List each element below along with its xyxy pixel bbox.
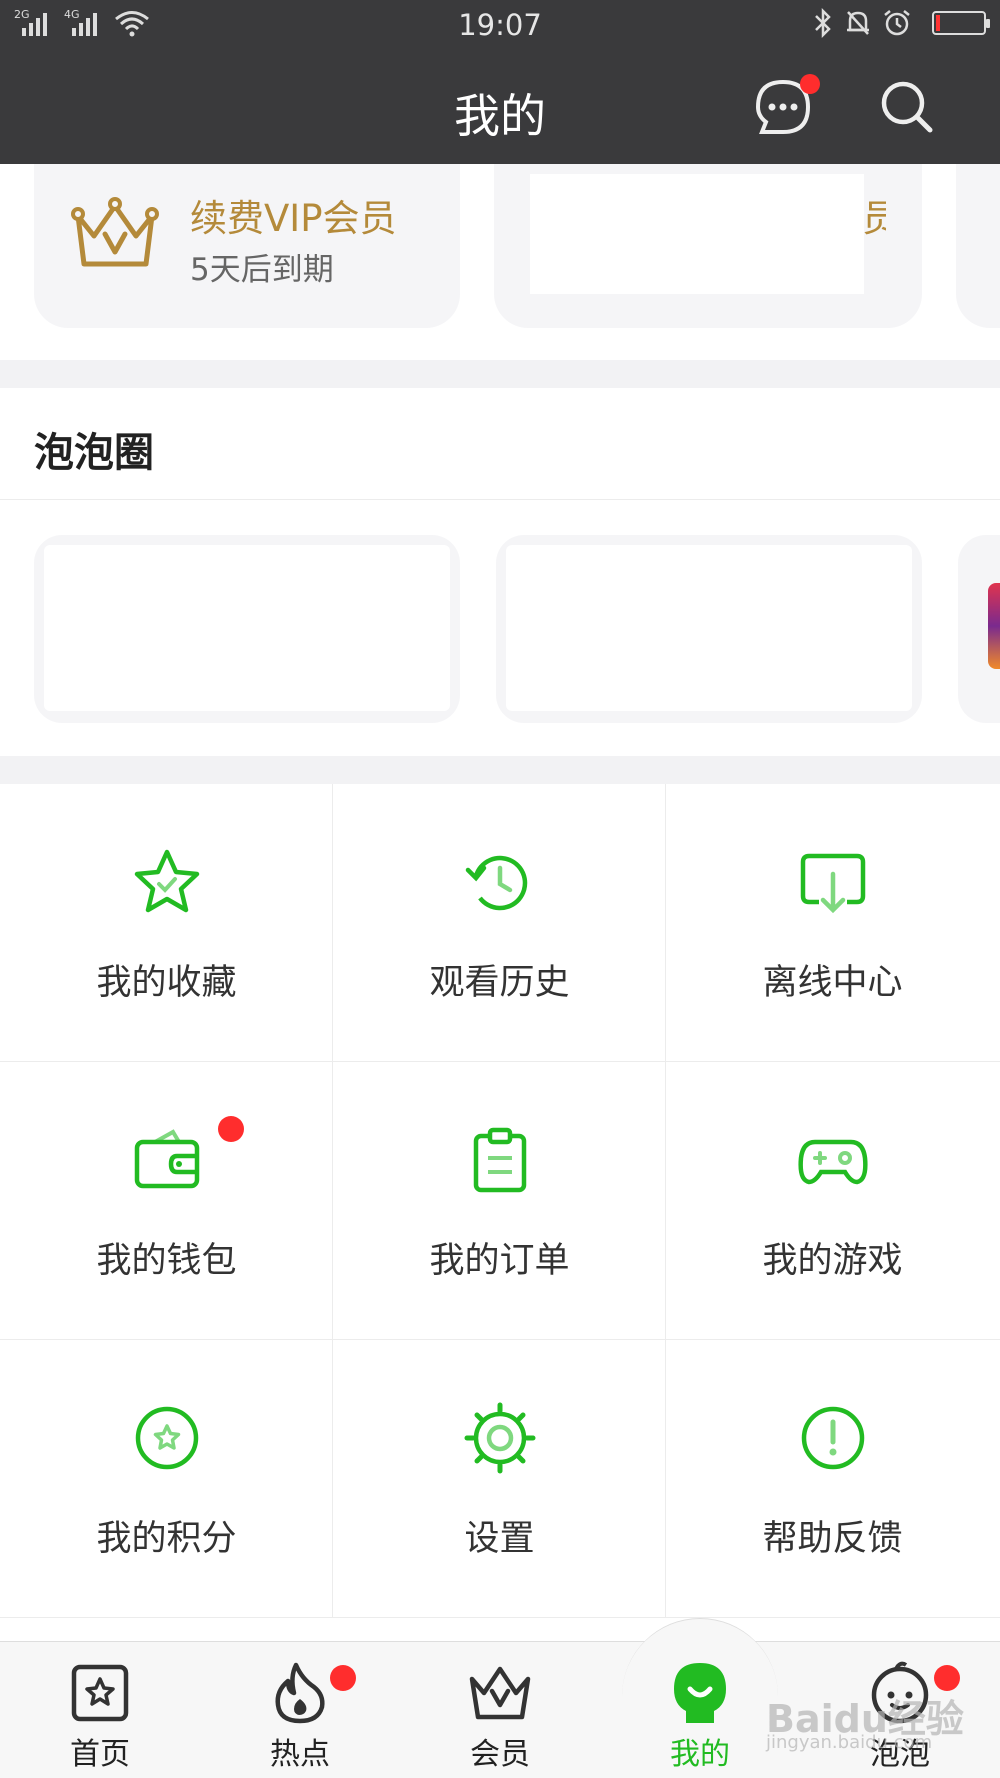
menu-label: 我的订单	[429, 1241, 570, 1281]
gamepad-icon	[798, 1139, 868, 1185]
menu-offline[interactable]: 离线中心	[666, 784, 1000, 1062]
tab-vip[interactable]: 会员	[400, 1641, 600, 1778]
status-bar: 2G 4G 19:07	[0, 0, 1000, 52]
clipboard-icon	[473, 1127, 527, 1193]
bubble-card[interactable]	[496, 535, 922, 723]
tab-label: 首页	[70, 1737, 130, 1772]
tab-label: 热点	[270, 1737, 330, 1772]
bubble-circle-header: 泡泡圈	[0, 388, 1000, 500]
menu-label: 设置	[464, 1519, 535, 1559]
header-bar: 我的	[0, 52, 1000, 164]
vip-card-partial[interactable]	[956, 164, 1000, 328]
message-button[interactable]	[752, 74, 820, 138]
vip-card-secondary[interactable]: 员	[494, 164, 922, 328]
feature-grid: 我的收藏 观看历史 离线中心 我的钱包 我的订单 我的游戏 我的积分 设置 帮助…	[0, 784, 1000, 1644]
wallet-icon	[134, 1129, 200, 1189]
vip-title: 续费VIP会员	[190, 197, 397, 240]
vip-section: 续费VIP会员 5天后到期 员	[0, 164, 1000, 360]
menu-orders[interactable]: 我的订单	[333, 1062, 666, 1340]
menu-history[interactable]: 观看历史	[333, 784, 666, 1062]
section-divider	[0, 360, 1000, 388]
menu-label: 我的积分	[96, 1519, 237, 1559]
watermark-url: jingyan.baidu.com	[766, 1732, 933, 1753]
home-star-icon	[71, 1664, 129, 1722]
bluetooth-icon	[815, 8, 831, 38]
page-title: 我的	[454, 89, 546, 143]
wallet-badge	[218, 1116, 244, 1142]
search-button[interactable]	[876, 76, 938, 138]
battery-icon	[932, 11, 990, 35]
menu-favorites[interactable]: 我的收藏	[0, 784, 333, 1062]
menu-label: 我的钱包	[96, 1241, 237, 1281]
tab-hot[interactable]: 热点	[200, 1641, 400, 1778]
vip-card-text-fragment: 员	[862, 197, 886, 240]
alarm-icon	[884, 10, 910, 36]
help-exclamation-icon	[801, 1406, 865, 1470]
menu-label: 我的游戏	[762, 1241, 903, 1281]
menu-help-feedback[interactable]: 帮助反馈	[666, 1340, 1000, 1618]
menu-label: 我的收藏	[96, 963, 237, 1003]
menu-label: 帮助反馈	[762, 1519, 903, 1559]
bubble-card[interactable]	[958, 535, 1000, 723]
history-clock-icon	[465, 855, 528, 911]
tab-home[interactable]: 首页	[0, 1641, 200, 1778]
menu-wallet[interactable]: 我的钱包	[0, 1062, 333, 1340]
section-divider	[0, 756, 1000, 784]
vip-renew-card[interactable]: 续费VIP会员 5天后到期	[34, 164, 460, 328]
vip-expiry: 5天后到期	[190, 252, 334, 288]
status-right	[812, 8, 990, 38]
watermark: Baidu经验 jingyan.baidu.com	[766, 1688, 964, 1753]
menu-label: 观看历史	[429, 963, 570, 1003]
points-star-icon	[135, 1406, 199, 1470]
profile-icon	[674, 1663, 726, 1723]
crown-icon	[71, 197, 159, 267]
menu-settings[interactable]: 设置	[333, 1340, 666, 1618]
bubble-circle-carousel[interactable]	[0, 501, 1000, 755]
gear-icon	[464, 1402, 536, 1474]
bubble-card-thumbnail	[988, 583, 1000, 669]
download-icon	[800, 853, 866, 914]
notification-badge	[330, 1665, 356, 1691]
menu-label: 离线中心	[762, 963, 903, 1003]
tab-label: 会员	[470, 1737, 530, 1772]
menu-points[interactable]: 我的积分	[0, 1340, 333, 1618]
star-icon	[134, 849, 200, 913]
card-placeholder	[530, 174, 864, 294]
flame-icon	[275, 1662, 325, 1724]
section-title: 泡泡圈	[34, 430, 154, 476]
bubble-card[interactable]	[34, 535, 460, 723]
crown-icon	[469, 1666, 531, 1720]
menu-games[interactable]: 我的游戏	[666, 1062, 1000, 1340]
notification-badge	[800, 74, 820, 94]
search-icon	[881, 81, 933, 133]
bell-icon	[847, 11, 869, 35]
